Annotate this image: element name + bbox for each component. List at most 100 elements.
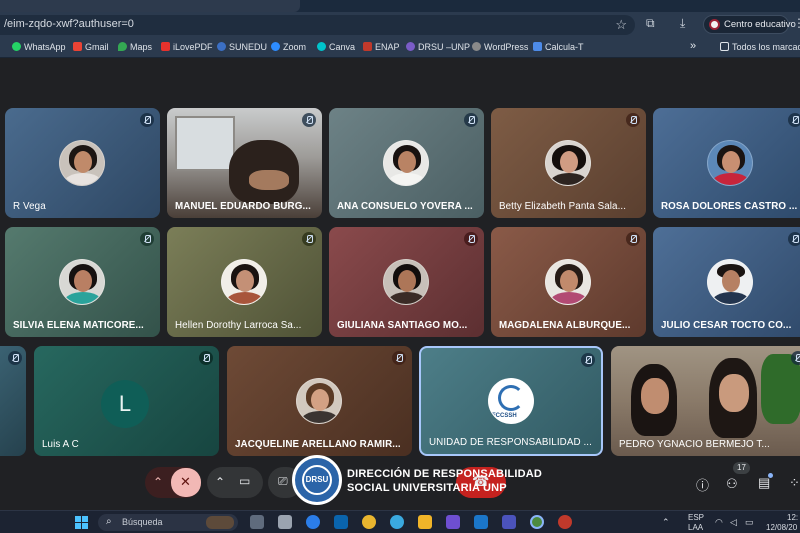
mic-off-icon <box>464 113 478 127</box>
window-background <box>175 116 235 171</box>
bookmark-ilovepdf[interactable]: iLovePDF <box>161 42 213 52</box>
mic-off-icon <box>788 113 800 127</box>
extensions-icon[interactable]: ⧉ <box>646 16 655 31</box>
steam-icon[interactable] <box>474 515 488 529</box>
participant-name: ANA CONSUELO YOVERA ... <box>337 201 473 212</box>
drsu-seal-logo: DRSU <box>292 455 342 505</box>
clock-date[interactable]: 12/08/20 <box>766 523 797 532</box>
app-icon[interactable] <box>558 515 572 529</box>
battery-icon[interactable]: ▭ <box>745 517 754 528</box>
participant-tile[interactable]: ANA CONSUELO YOVERA ... <box>329 108 484 218</box>
language-bottom[interactable]: LAA <box>688 523 703 532</box>
chrome-icon[interactable] <box>362 515 376 529</box>
watermark-line-1: DIRECCIÓN DE RESPONSABILIDAD <box>347 468 543 480</box>
bookmark-drsu[interactable]: DRSU –UNP <box>406 42 470 52</box>
participant-name: SILVIA ELENA MATICORE... <box>13 320 144 331</box>
browser-menu-icon[interactable]: ⋮ <box>793 16 800 30</box>
people-icon[interactable]: ⚇ <box>726 476 738 492</box>
language-top[interactable]: ESP <box>688 513 704 522</box>
active-tab[interactable] <box>0 0 300 12</box>
mic-off-icon <box>8 351 22 365</box>
browser-icon[interactable] <box>390 515 404 529</box>
file-explorer-icon[interactable] <box>418 515 432 529</box>
participant-count-badge: 17 <box>733 462 750 474</box>
bookmark-sunedu[interactable]: SUNEDU <box>217 42 267 52</box>
participant-name: JULIO CESAR TOCTO CO... <box>661 320 792 331</box>
mic-off-icon <box>302 113 316 127</box>
outlook-icon[interactable] <box>334 515 348 529</box>
bookmark-wordpress[interactable]: WordPress <box>472 42 528 52</box>
mic-off-icon <box>199 351 213 365</box>
bookmarks-overflow-icon[interactable]: » <box>690 40 696 52</box>
chevron-up-icon[interactable]: ⌃ <box>153 475 163 489</box>
edge-icon[interactable] <box>306 515 320 529</box>
bookmark-enap[interactable]: ENAP <box>363 42 400 52</box>
participant-tile[interactable]: L Luis A C <box>34 346 219 456</box>
participant-tile[interactable]: MAGDALENA ALBURQUE... <box>491 227 646 337</box>
volume-icon[interactable]: ◁ <box>730 517 737 528</box>
watermark-line-2: SOCIAL UNIVERSITARIA UNP <box>347 482 507 494</box>
mic-off-icon <box>626 232 640 246</box>
onenote-icon[interactable] <box>446 515 460 529</box>
participant-tile[interactable]: JULIO CESAR TOCTO CO... <box>653 227 800 337</box>
all-bookmarks-folder[interactable]: Todos los marcado <box>720 42 800 52</box>
active-speaker-tile[interactable]: FCCSSH UNIDAD DE RESPONSABILIDAD ... <box>419 346 603 456</box>
whatsapp-icon <box>12 42 21 51</box>
bookmark-whatsapp[interactable]: WhatsApp <box>12 42 66 52</box>
camera-control-group: ⌃ ▭ <box>207 467 263 498</box>
tray-chevron-icon[interactable]: ⌃ <box>662 517 670 528</box>
bookmark-canva[interactable]: Canva <box>317 42 355 52</box>
participant-avatar <box>296 378 342 424</box>
bookmark-star-icon[interactable]: ☆ <box>615 17 627 33</box>
participant-video-tile[interactable]: PEDRO YGNACIO BERMEJO T... <box>611 346 800 456</box>
participant-name: R Vega <box>13 201 46 212</box>
wifi-icon[interactable]: ◠ <box>715 517 723 528</box>
search-highlight-image <box>206 516 234 529</box>
mic-off-icon <box>140 113 154 127</box>
search-icon: ⌕ <box>106 516 112 527</box>
camera-icon[interactable]: ▭ <box>239 474 250 488</box>
bookmark-gmail[interactable]: Gmail <box>73 42 109 52</box>
participant-tile[interactable]: SILVIA ELENA MATICORE... <box>5 227 160 337</box>
mic-off-icon <box>140 232 154 246</box>
bookmark-maps[interactable]: Maps <box>118 42 152 52</box>
task-view-icon[interactable] <box>250 515 264 529</box>
bookmarks-bar: WhatsApp Gmail Maps iLovePDF SUNEDU Zoom… <box>0 38 800 58</box>
teams-icon[interactable] <box>502 515 516 529</box>
participant-tile-partial[interactable] <box>0 346 26 456</box>
chevron-up-icon[interactable]: ⌃ <box>215 475 225 489</box>
participant-tile[interactable]: JACQUELINE ARELLANO RAMIR... <box>227 346 412 456</box>
bookmark-zoom[interactable]: Zoom <box>271 42 306 52</box>
participant-avatar <box>221 259 267 305</box>
info-icon[interactable]: ⓘ <box>696 475 709 494</box>
mic-off-icon <box>464 232 478 246</box>
store-icon[interactable] <box>278 515 292 529</box>
mic-toggle-button[interactable]: ✕ <box>171 468 201 497</box>
bookmark-calcula-t[interactable]: Calcula-T <box>533 42 584 52</box>
participant-video-tile[interactable]: MANUEL EDUARDO BURG... <box>167 108 322 218</box>
participant-tile[interactable]: ROSA DOLORES CASTRO ... <box>653 108 800 218</box>
activities-icon[interactable]: ⁘ <box>789 475 800 491</box>
participant-tile[interactable]: GIULIANA SANTIAGO MO... <box>329 227 484 337</box>
address-bar[interactable]: /eim-zqdo-xwf?authuser=0 ☆ <box>0 15 635 35</box>
profile-button[interactable]: Centro educativo <box>703 15 796 34</box>
participant-name: PEDRO YGNACIO BERMEJO T... <box>619 439 770 450</box>
participant-avatar <box>59 259 105 305</box>
drsu-icon <box>406 42 415 51</box>
download-icon[interactable]: ⤓ <box>680 16 685 31</box>
participant-tile[interactable]: Hellen Dorothy Larroca Sa... <box>167 227 322 337</box>
clock-time[interactable]: 12: <box>787 513 798 522</box>
participant-name: Luis A C <box>42 439 79 450</box>
taskbar-search[interactable]: ⌕ Búsqueda <box>98 514 238 531</box>
windows-taskbar: ⌕ Búsqueda ⌃ ESP LAA ◠ ◁ ▭ 12: 12/08/20 <box>0 510 800 533</box>
gmail-icon <box>73 42 82 51</box>
participant-avatar <box>545 259 591 305</box>
participant-tile[interactable]: R Vega <box>5 108 160 218</box>
participant-avatar <box>59 140 105 186</box>
chrome-active-icon[interactable] <box>530 515 544 529</box>
plant-background <box>761 354 800 424</box>
windows-start-icon[interactable] <box>75 516 88 529</box>
participant-avatar <box>707 140 753 186</box>
folder-icon <box>720 42 729 51</box>
participant-tile[interactable]: Betty Elizabeth Panta Sala... <box>491 108 646 218</box>
